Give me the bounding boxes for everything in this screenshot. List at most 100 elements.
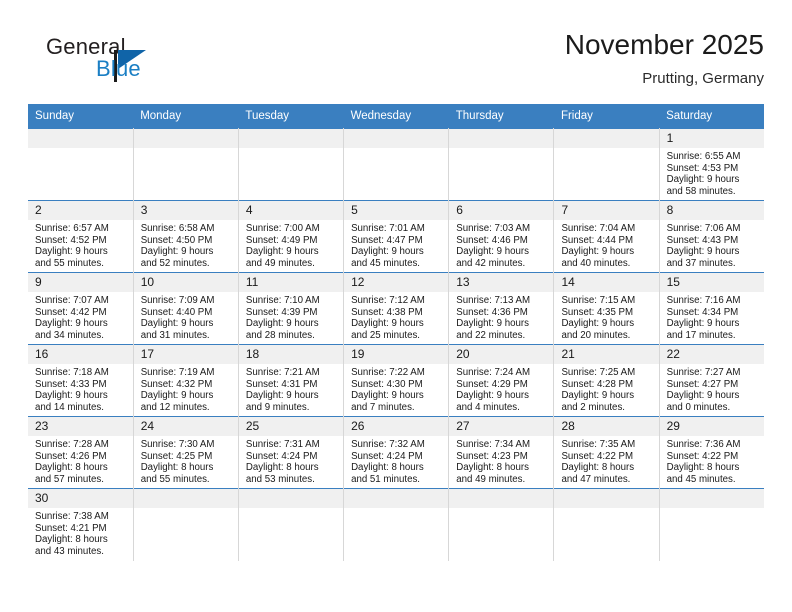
calendar-day-cell[interactable]: 24 Sunrise: 7:30 AM Sunset: 4:25 PM Dayligh… — [133, 416, 239, 489]
weekday-header-thursday: Thursday — [448, 104, 554, 129]
daylight-duration-line1: Daylight: 8 hours — [456, 462, 529, 474]
day-sun-info: Sunrise: 7:04 AM Sunset: 4:44 PM Daylight:… — [554, 220, 658, 269]
weekday-header-saturday: Saturday — [659, 104, 765, 129]
calendar-day-cell[interactable]: 21 Sunrise: 7:25 AM Sunset: 4:28 PM Dayligh… — [553, 344, 660, 417]
daylight-duration-line1: Daylight: 9 hours — [245, 318, 319, 330]
sunset-time: Sunset: 4:53 PM — [666, 162, 739, 174]
daylight-duration-line2: and 22 minutes. — [456, 329, 526, 341]
day-sun-info: Sunrise: 7:18 AM Sunset: 4:33 PM Daylight:… — [28, 364, 133, 413]
daylight-duration-line2: and 4 minutes. — [456, 401, 520, 413]
calendar-day-cell[interactable]: 30 Sunrise: 7:38 AM Sunset: 4:21 PM Dayligh… — [28, 488, 134, 561]
calendar-day-cell-empty — [448, 128, 555, 201]
calendar-day-cell[interactable]: 3 Sunrise: 6:58 AM Sunset: 4:50 PM Daylight… — [133, 200, 239, 273]
calendar-day-cell[interactable]: 20 Sunrise: 7:24 AM Sunset: 4:29 PM Dayligh… — [448, 344, 555, 417]
calendar-day-cell-empty — [448, 488, 555, 561]
calendar-day-cell[interactable]: 26 Sunrise: 7:32 AM Sunset: 4:24 PM Dayligh… — [343, 416, 450, 489]
daylight-duration-line1: Daylight: 9 hours — [456, 318, 529, 330]
daylight-duration-line2: and 31 minutes. — [140, 329, 210, 341]
calendar-day-cell-empty — [659, 488, 765, 561]
calendar-day-cell[interactable]: 19 Sunrise: 7:22 AM Sunset: 4:30 PM Dayligh… — [343, 344, 450, 417]
daylight-duration-line1: Daylight: 8 hours — [561, 462, 635, 474]
sunset-time: Sunset: 4:38 PM — [351, 306, 423, 318]
daylight-duration-line2: and 58 minutes. — [666, 185, 736, 197]
brand-name-blue: Blue — [96, 56, 141, 81]
day-number: 23 — [28, 417, 133, 436]
daylight-duration-line2: and 53 minutes. — [245, 473, 315, 485]
daylight-duration-line2: and 7 minutes. — [351, 401, 415, 413]
sunrise-time: Sunrise: 7:07 AM — [35, 295, 109, 306]
day-number: 9 — [28, 273, 133, 292]
calendar-day-cell[interactable]: 15 Sunrise: 7:16 AM Sunset: 4:34 PM Dayligh… — [659, 272, 765, 345]
calendar-day-cell[interactable]: 23 Sunrise: 7:28 AM Sunset: 4:26 PM Dayligh… — [28, 416, 134, 489]
daylight-duration-line1: Daylight: 9 hours — [35, 246, 108, 258]
calendar-day-cell[interactable]: 10 Sunrise: 7:09 AM Sunset: 4:40 PM Dayligh… — [133, 272, 239, 345]
calendar-day-cell[interactable]: 17 Sunrise: 7:19 AM Sunset: 4:32 PM Dayligh… — [133, 344, 239, 417]
calendar-day-cell[interactable]: 22 Sunrise: 7:27 AM Sunset: 4:27 PM Dayligh… — [659, 344, 765, 417]
daylight-duration-line2: and 37 minutes. — [666, 257, 736, 269]
calendar-day-cell-empty — [28, 128, 134, 201]
daylight-duration-line2: and 12 minutes. — [140, 401, 210, 413]
calendar-day-cell[interactable]: 13 Sunrise: 7:13 AM Sunset: 4:36 PM Dayligh… — [448, 272, 555, 345]
daylight-duration-line1: Daylight: 9 hours — [245, 246, 319, 258]
day-sun-info: Sunrise: 7:28 AM Sunset: 4:26 PM Daylight:… — [28, 436, 133, 485]
calendar-day-cell-empty — [553, 488, 660, 561]
day-number — [554, 129, 659, 148]
sunset-time: Sunset: 4:52 PM — [35, 234, 107, 246]
day-number: 20 — [449, 345, 554, 364]
calendar-day-cell[interactable]: 12 Sunrise: 7:12 AM Sunset: 4:38 PM Dayligh… — [343, 272, 450, 345]
sunset-time: Sunset: 4:42 PM — [35, 306, 107, 318]
day-number — [449, 129, 554, 148]
daylight-duration-line1: Daylight: 9 hours — [666, 390, 740, 402]
weekday-header-sunday: Sunday — [28, 104, 134, 129]
weekday-header-row: Sunday Monday Tuesday Wednesday Thursday… — [28, 104, 765, 129]
sunset-time: Sunset: 4:27 PM — [666, 378, 739, 390]
day-number: 21 — [554, 345, 659, 364]
calendar-day-cell[interactable]: 27 Sunrise: 7:34 AM Sunset: 4:23 PM Dayligh… — [448, 416, 555, 489]
daylight-duration-line1: Daylight: 9 hours — [140, 390, 214, 402]
day-sun-info: Sunrise: 7:16 AM Sunset: 4:34 PM Daylight:… — [660, 292, 765, 341]
calendar-day-cell[interactable]: 16 Sunrise: 7:18 AM Sunset: 4:33 PM Dayligh… — [28, 344, 134, 417]
sunset-time: Sunset: 4:30 PM — [351, 378, 423, 390]
day-sun-info: Sunrise: 6:58 AM Sunset: 4:50 PM Daylight:… — [134, 220, 238, 269]
day-sun-info: Sunrise: 7:03 AM Sunset: 4:46 PM Daylight:… — [449, 220, 553, 269]
weekday-header-friday: Friday — [553, 104, 660, 129]
day-number: 6 — [449, 201, 554, 220]
day-number: 13 — [449, 273, 554, 292]
daylight-duration-line1: Daylight: 8 hours — [140, 462, 214, 474]
daylight-duration-line1: Daylight: 9 hours — [140, 246, 214, 258]
sunrise-time: Sunrise: 7:35 AM — [561, 439, 636, 450]
calendar-day-cell[interactable]: 8 Sunrise: 7:06 AM Sunset: 4:43 PM Daylight… — [659, 200, 765, 273]
daylight-duration-line1: Daylight: 8 hours — [666, 462, 740, 474]
sunrise-time: Sunrise: 7:15 AM — [561, 295, 636, 306]
day-sun-info: Sunrise: 7:36 AM Sunset: 4:22 PM Daylight:… — [660, 436, 765, 485]
page-subtitle-location: Prutting, Germany — [642, 70, 764, 87]
day-sun-info: Sunrise: 7:19 AM Sunset: 4:32 PM Daylight:… — [134, 364, 238, 413]
day-number — [238, 129, 344, 148]
calendar-day-cell[interactable]: 9 Sunrise: 7:07 AM Sunset: 4:42 PM Daylight… — [28, 272, 134, 345]
calendar-day-cell[interactable]: 11 Sunrise: 7:10 AM Sunset: 4:39 PM Dayligh… — [238, 272, 345, 345]
calendar-day-cell[interactable]: 6 Sunrise: 7:03 AM Sunset: 4:46 PM Daylight… — [448, 200, 555, 273]
calendar-day-cell[interactable]: 5 Sunrise: 7:01 AM Sunset: 4:47 PM Daylight… — [343, 200, 450, 273]
sunrise-time: Sunrise: 7:04 AM — [561, 223, 636, 234]
calendar-day-cell[interactable]: 4 Sunrise: 7:00 AM Sunset: 4:49 PM Daylight… — [238, 200, 345, 273]
day-number: 29 — [659, 417, 765, 436]
calendar-grid: Sunday Monday Tuesday Wednesday Thursday… — [28, 104, 765, 561]
daylight-duration-line1: Daylight: 9 hours — [666, 318, 740, 330]
calendar-day-cell[interactable]: 1 Sunrise: 6:55 AM Sunset: 4:53 PM Daylight… — [659, 128, 765, 201]
daylight-duration-line1: Daylight: 9 hours — [245, 390, 319, 402]
calendar-day-cell[interactable]: 14 Sunrise: 7:15 AM Sunset: 4:35 PM Dayligh… — [553, 272, 660, 345]
brand-logo[interactable]: General Blue — [34, 32, 264, 90]
calendar-day-cell[interactable]: 29 Sunrise: 7:36 AM Sunset: 4:22 PM Dayligh… — [659, 416, 765, 489]
day-number — [133, 489, 238, 508]
calendar-day-cell[interactable]: 7 Sunrise: 7:04 AM Sunset: 4:44 PM Daylight… — [553, 200, 660, 273]
daylight-duration-line1: Daylight: 9 hours — [140, 318, 214, 330]
day-number — [238, 489, 344, 508]
calendar-day-cell[interactable]: 28 Sunrise: 7:35 AM Sunset: 4:22 PM Dayligh… — [553, 416, 660, 489]
calendar-day-cell[interactable]: 25 Sunrise: 7:31 AM Sunset: 4:24 PM Dayligh… — [238, 416, 345, 489]
daylight-duration-line2: and 52 minutes. — [140, 257, 210, 269]
daylight-duration-line2: and 40 minutes. — [561, 257, 631, 269]
sunrise-time: Sunrise: 7:38 AM — [35, 511, 109, 522]
calendar-day-cell-empty — [343, 128, 450, 201]
calendar-day-cell[interactable]: 2 Sunrise: 6:57 AM Sunset: 4:52 PM Daylight… — [28, 200, 134, 273]
calendar-day-cell[interactable]: 18 Sunrise: 7:21 AM Sunset: 4:31 PM Dayligh… — [238, 344, 345, 417]
